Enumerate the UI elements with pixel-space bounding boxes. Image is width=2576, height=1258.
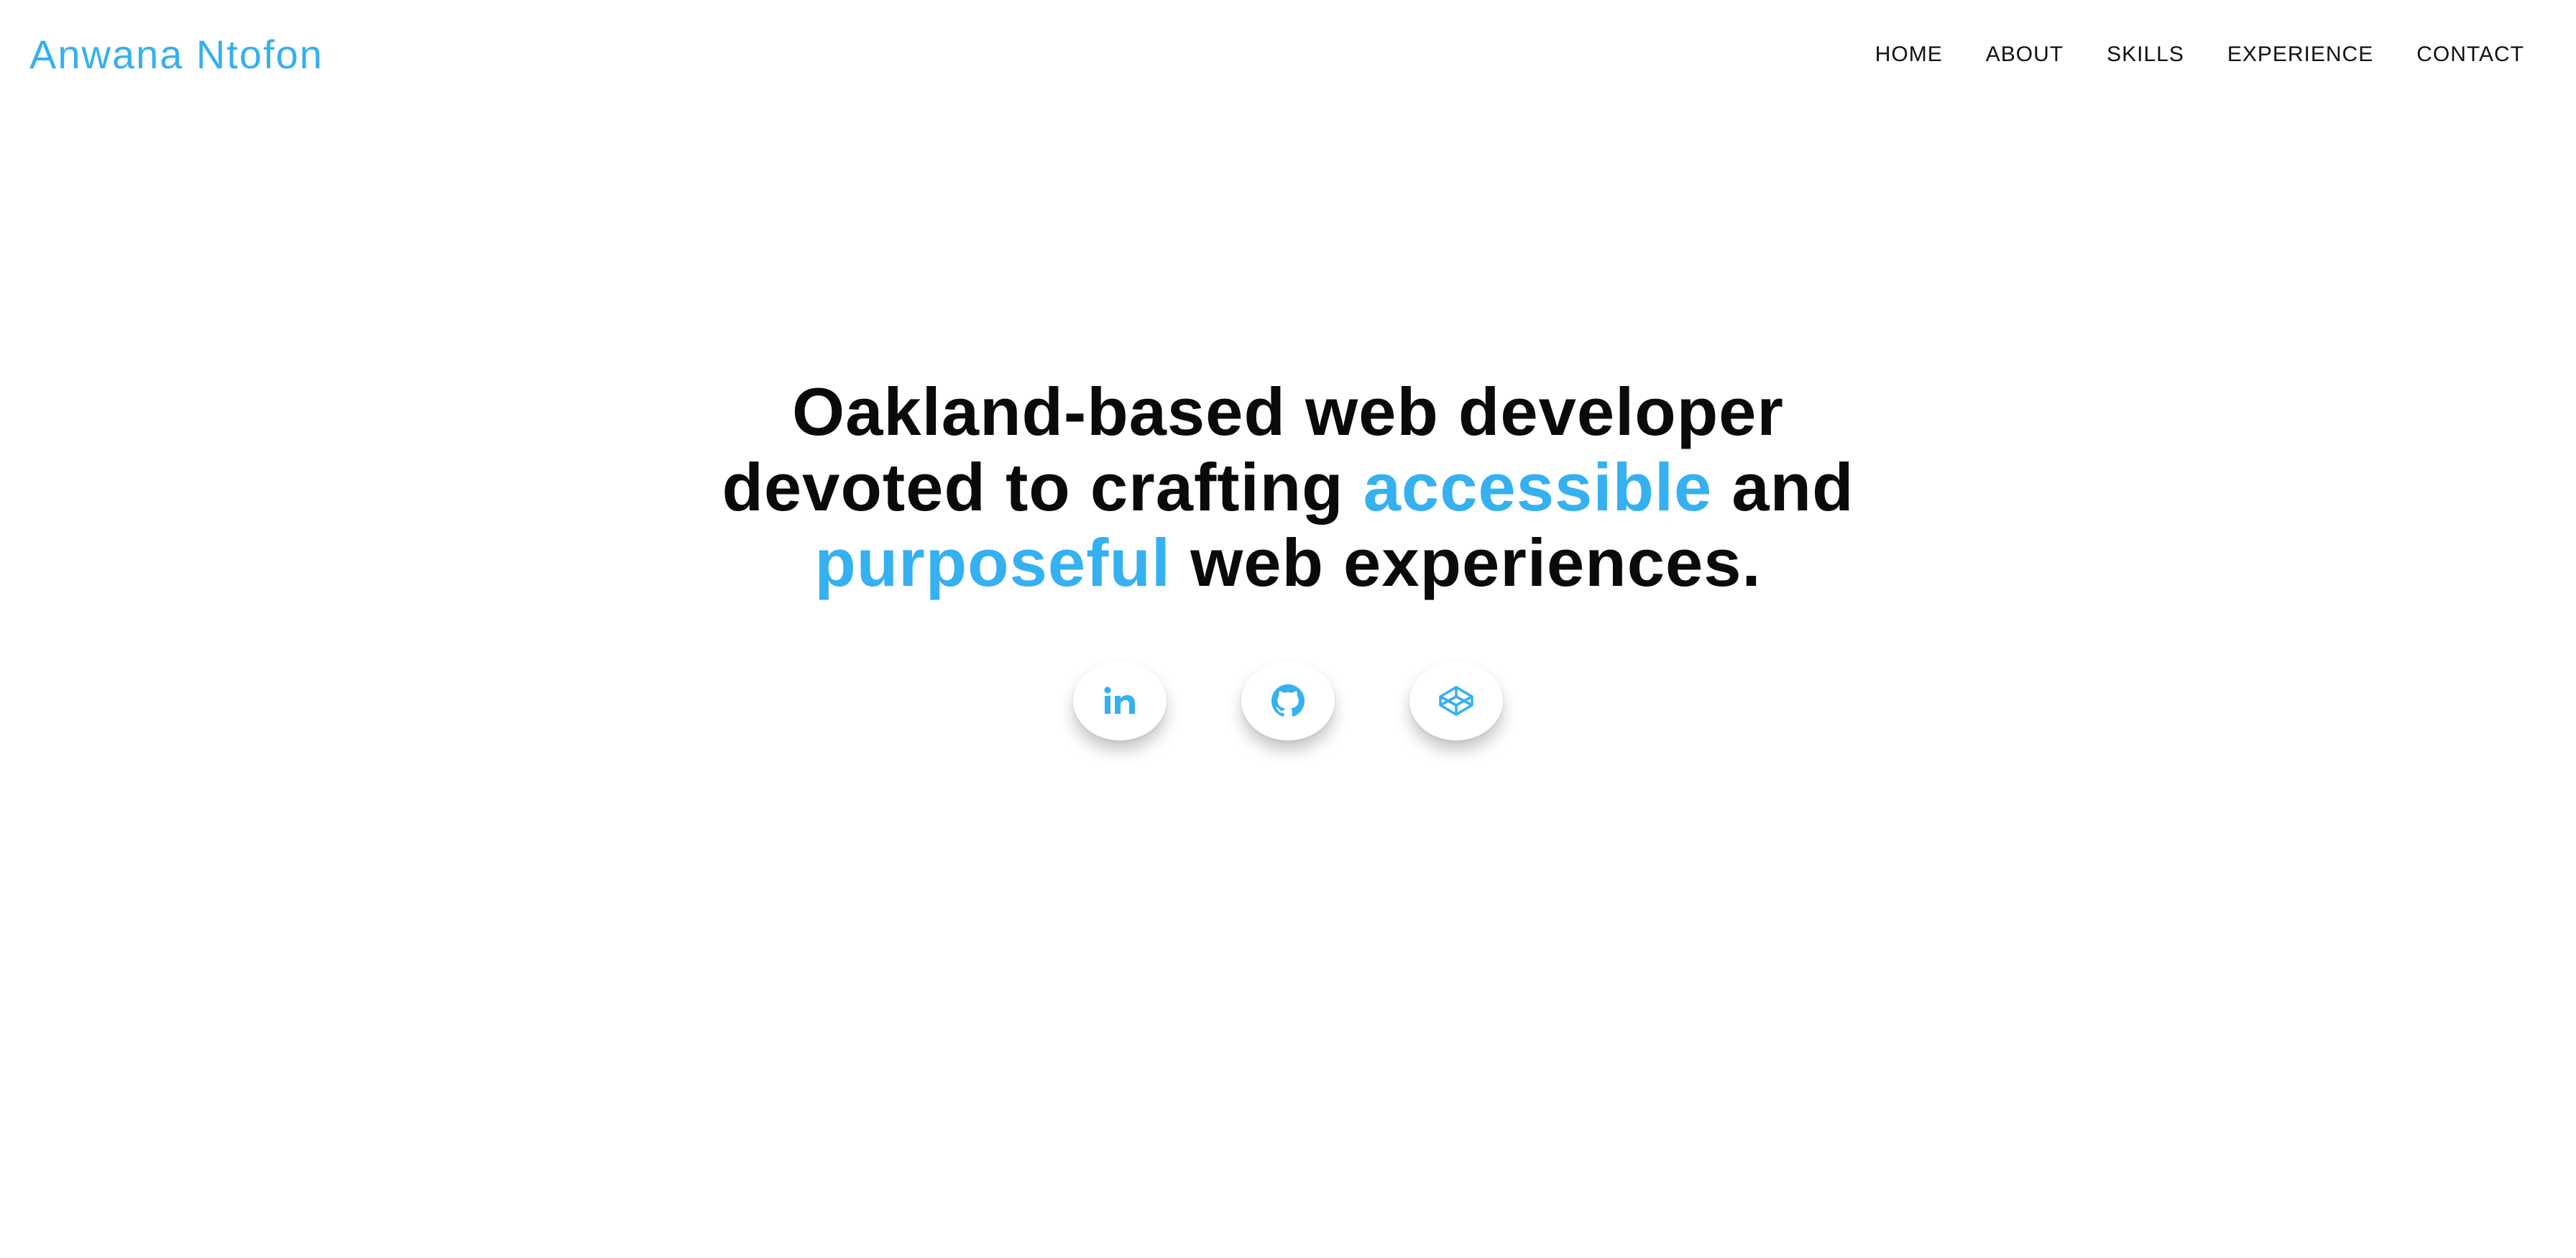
linkedin-button[interactable] — [1073, 661, 1167, 740]
headline-line2-post: and — [1712, 449, 1854, 525]
headline-line2-pre: devoted to crafting — [722, 449, 1363, 525]
codepen-icon — [1438, 684, 1475, 717]
main-nav: HOME ABOUT SKILLS EXPERIENCE CONTACT — [1875, 40, 2524, 69]
nav-contact[interactable]: CONTACT — [2416, 40, 2524, 69]
headline-line3-post: web experiences. — [1171, 525, 1762, 600]
headline-line1: Oakland-based web developer — [792, 374, 1784, 449]
github-icon — [1271, 684, 1305, 717]
linkedin-icon — [1103, 687, 1136, 715]
brand-logo[interactable]: Anwana Ntofon — [29, 29, 323, 81]
codepen-button[interactable] — [1409, 661, 1503, 740]
page: Anwana Ntofon HOME ABOUT SKILLS EXPERIEN… — [0, 0, 2576, 1258]
nav-skills[interactable]: SKILLS — [2107, 40, 2184, 69]
headline-accent-accessible: accessible — [1363, 449, 1713, 525]
github-button[interactable] — [1241, 661, 1335, 740]
hero-headline: Oakland-based web developer devoted to cr… — [605, 374, 1971, 600]
headline-accent-purposeful: purposeful — [814, 525, 1171, 600]
nav-experience[interactable]: EXPERIENCE — [2227, 40, 2373, 69]
hero: Oakland-based web developer devoted to cr… — [0, 374, 2576, 600]
social-links — [0, 661, 2576, 740]
nav-home[interactable]: HOME — [1875, 40, 1943, 69]
nav-about[interactable]: ABOUT — [1986, 40, 2064, 69]
